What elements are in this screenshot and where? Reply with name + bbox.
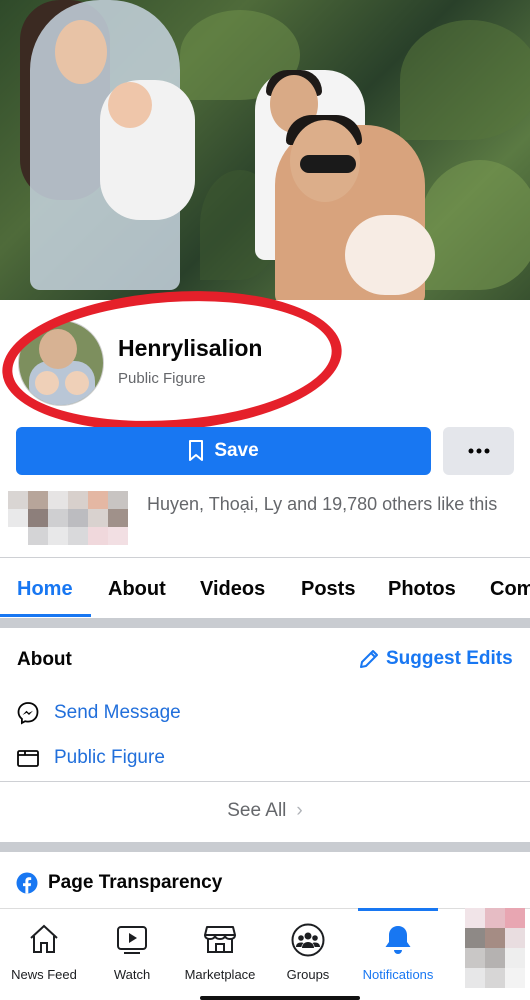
nav-marketplace-label: Marketplace — [184, 967, 256, 982]
tab-about[interactable]: About — [108, 578, 166, 601]
nav-marketplace[interactable]: Marketplace — [176, 909, 264, 1000]
see-all-link[interactable]: See All › — [0, 800, 530, 822]
nav-watch[interactable]: Watch — [88, 909, 176, 1000]
send-message-row[interactable]: Send Message — [16, 701, 181, 725]
page-category: Public Figure — [118, 370, 206, 387]
tab-videos[interactable]: Videos — [200, 578, 265, 601]
marketplace-icon — [204, 926, 236, 953]
divider — [0, 557, 530, 558]
likes-summary[interactable]: Huyen, Thoại, Ly and 19,780 others like … — [147, 493, 517, 515]
more-options-button[interactable] — [443, 427, 514, 475]
friends-avatars[interactable] — [8, 491, 128, 545]
home-indicator — [200, 996, 360, 1000]
bottom-navigation: News Feed Watch Marketplace Groups Notif… — [0, 908, 530, 1000]
tab-posts[interactable]: Posts — [301, 578, 355, 601]
suggest-edits-label: Suggest Edits — [386, 648, 513, 669]
save-button[interactable]: Save — [16, 427, 431, 475]
active-nav-indicator — [358, 908, 438, 911]
divider — [0, 781, 530, 782]
pencil-icon — [360, 650, 378, 668]
page-tabs: Home About Videos Posts Photos Com — [0, 560, 530, 618]
chevron-right-icon: › — [296, 800, 303, 821]
nav-news-feed[interactable]: News Feed — [0, 909, 88, 1000]
pixelated-overlay — [465, 908, 525, 988]
bookmark-icon — [189, 440, 204, 461]
suggest-edits-link[interactable]: Suggest Edits — [358, 648, 513, 670]
bell-icon — [385, 926, 411, 954]
more-dots-icon — [468, 448, 489, 454]
groups-icon — [291, 923, 325, 957]
section-separator — [0, 618, 530, 628]
messenger-icon — [17, 702, 39, 725]
home-icon — [30, 924, 58, 953]
active-tab-indicator — [0, 614, 91, 617]
about-heading: About — [17, 649, 72, 670]
save-label: Save — [214, 440, 259, 461]
section-separator — [0, 842, 530, 852]
nav-notifications[interactable]: Notifications — [352, 909, 444, 1000]
page-transparency-label: Page Transparency — [48, 872, 223, 893]
watch-icon — [117, 926, 147, 954]
nav-watch-label: Watch — [113, 967, 151, 982]
profile-avatar[interactable] — [18, 320, 104, 406]
see-all-label: See All — [227, 800, 287, 821]
tab-photos[interactable]: Photos — [388, 578, 456, 601]
facebook-icon — [16, 872, 38, 894]
nav-notifications-label: Notifications — [362, 967, 434, 982]
nav-groups[interactable]: Groups — [264, 909, 352, 1000]
page-transparency-header[interactable]: Page Transparency — [16, 872, 222, 894]
category-label: Public Figure — [54, 747, 165, 768]
tab-home[interactable]: Home — [17, 578, 73, 601]
category-row[interactable]: Public Figure — [16, 747, 165, 769]
send-message-label: Send Message — [54, 702, 181, 723]
category-icon — [17, 750, 39, 767]
nav-groups-label: Groups — [286, 967, 330, 982]
nav-news-feed-label: News Feed — [11, 967, 77, 982]
cover-photo[interactable] — [0, 0, 530, 300]
page-name: Henrylisalion — [118, 335, 263, 361]
tab-community[interactable]: Com — [490, 578, 530, 601]
